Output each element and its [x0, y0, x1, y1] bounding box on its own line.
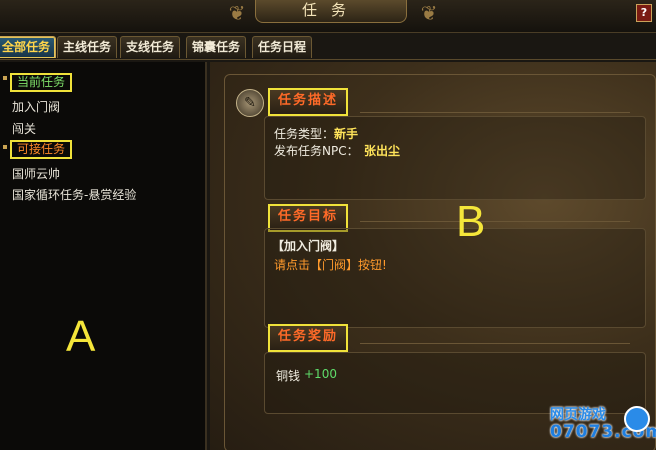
quest-type-label: 任务类型： — [274, 127, 335, 141]
quest-npc-label: 发布任务NPC： — [274, 144, 359, 158]
quest-detail-panel: ✎ 任务描述 任务类型： 新手 发布任务NPC： 张出尘 任务目标 【加入门阀】… — [210, 62, 656, 450]
mascot-icon — [624, 406, 650, 432]
quest-item-challenge[interactable]: 闯关 — [12, 120, 36, 137]
tab-tip-quests[interactable]: 锦囊任务 — [186, 36, 247, 58]
watermark-line1: 网页游戏 — [550, 407, 606, 423]
scroll-icon: ✎ — [236, 89, 264, 117]
tab-all-quests[interactable]: 全部任务 — [0, 36, 57, 58]
dragon-ornament-right-icon: ❦ — [420, 1, 438, 25]
reward-title: 任务奖励 — [268, 324, 349, 352]
title-bar: ❦ 任务 ❦ ? — [0, 0, 656, 33]
tree-bullet-icon — [3, 145, 7, 149]
divider — [360, 112, 630, 113]
tab-quest-schedule[interactable]: 任务日程 — [252, 36, 313, 58]
reward-value: +100 — [304, 367, 337, 381]
quest-item-imperial-advisor[interactable]: 国师云帅 — [12, 165, 60, 182]
window-title: 任务 — [255, 0, 407, 23]
annotation-label-a: A — [66, 312, 96, 361]
tab-side-quests[interactable]: 支线任务 — [120, 36, 181, 58]
reward-label: 铜钱 — [276, 369, 301, 383]
available-quests-header[interactable]: 可接任务 — [10, 140, 73, 159]
annotation-label-b: B — [456, 197, 486, 246]
goal-text: 请点击【门阀】按钮! — [274, 258, 387, 272]
quest-list-panel: 当前任务 加入门阀 闯关 可接任务 国师云帅 国家循环任务-悬赏经验 A — [0, 62, 207, 450]
quest-type-value: 新手 — [334, 127, 359, 141]
description-title: 任务描述 — [268, 88, 349, 116]
divider — [360, 221, 630, 222]
tab-bar: 全部任务 主线任务 支线任务 锦囊任务 任务日程 — [0, 35, 656, 60]
tab-main-quests[interactable]: 主线任务 — [57, 36, 118, 58]
dragon-ornament-left-icon: ❦ — [228, 1, 246, 25]
tree-bullet-icon — [3, 76, 7, 80]
quest-npc-value[interactable]: 张出尘 — [364, 142, 400, 159]
site-watermark: 网页游戏 07073.com — [550, 404, 656, 444]
current-quests-header[interactable]: 当前任务 — [10, 73, 73, 92]
help-button[interactable]: ? — [636, 4, 652, 22]
quest-item-bounty-exp[interactable]: 国家循环任务-悬赏经验 — [12, 186, 136, 203]
divider — [360, 343, 630, 344]
quest-item-join-clan[interactable]: 加入门阀 — [12, 98, 60, 115]
goal-name: 【加入门阀】 — [272, 239, 345, 253]
